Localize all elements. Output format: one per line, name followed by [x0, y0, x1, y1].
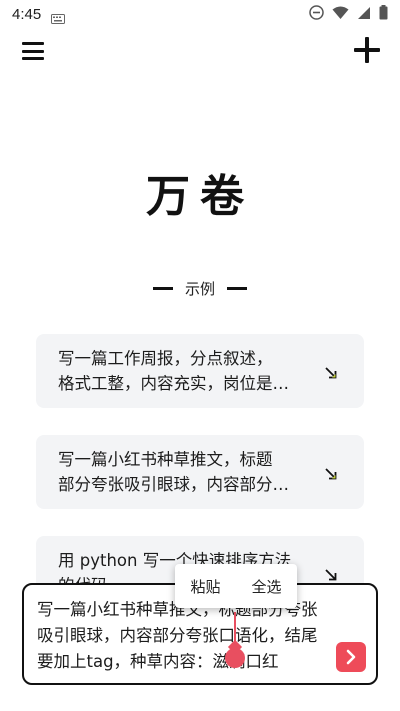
arrow-down-right-icon [324, 466, 338, 480]
example-line: 部分夸张吸引眼球，内容部分… [58, 475, 289, 494]
menu-bar-line [22, 42, 44, 45]
plus-icon[interactable] [354, 37, 380, 63]
example-card-work-report[interactable]: 写一篇工作周报，分点叙述， 格式工整，内容充实，岗位是… [36, 334, 364, 408]
examples-label: 示例 [184, 280, 215, 298]
example-line: 写一篇小红书种草推文，标题 [58, 450, 273, 469]
divider [227, 287, 247, 290]
prompt-input-text[interactable]: 写一篇小红书种草推文，标题部分夸张 吸引眼球，内容部分夸张口语化，结尾 要加上t… [37, 597, 327, 675]
examples-section-label: 示例 [0, 278, 400, 299]
input-line: 吸引眼球，内容部分夸张口语化，结尾 [37, 626, 318, 645]
dnd-icon [309, 4, 324, 24]
menu-bar-line [22, 57, 44, 60]
input-line: 要加上tag，种草内容：滋润口红 [37, 652, 279, 671]
example-line: 格式工整，内容充实，岗位是… [58, 374, 289, 393]
app-title: 万卷 [146, 171, 254, 222]
chevron-right-icon [346, 649, 356, 665]
status-icons [309, 4, 388, 24]
status-time: 4:45 [12, 5, 42, 23]
example-text: 写一篇工作周报，分点叙述， 格式工整，内容充实，岗位是… [58, 346, 312, 396]
send-button[interactable] [336, 642, 366, 672]
select-all-menu-item[interactable]: 全选 [236, 576, 297, 597]
divider [152, 287, 173, 290]
battery-icon [379, 4, 388, 24]
signal-icon [357, 5, 371, 24]
menu-bar-line [22, 49, 44, 53]
example-line: 写一篇工作周报，分点叙述， [58, 349, 273, 368]
status-bar: 4:45 [0, 0, 400, 28]
text-context-menu: 粘贴 全选 [175, 564, 297, 608]
menu-icon[interactable] [22, 40, 44, 62]
wifi-icon [332, 5, 349, 24]
example-text: 写一篇小红书种草推文，标题 部分夸张吸引眼球，内容部分… [58, 447, 312, 497]
paste-menu-item[interactable]: 粘贴 [175, 576, 236, 597]
example-card-xiaohongshu[interactable]: 写一篇小红书种草推文，标题 部分夸张吸引眼球，内容部分… [36, 435, 364, 509]
app-bar [0, 30, 400, 74]
cursor-handle[interactable] [225, 648, 245, 668]
arrow-down-right-icon [324, 567, 338, 581]
arrow-down-right-icon [324, 365, 338, 379]
keyboard-icon [51, 9, 66, 24]
